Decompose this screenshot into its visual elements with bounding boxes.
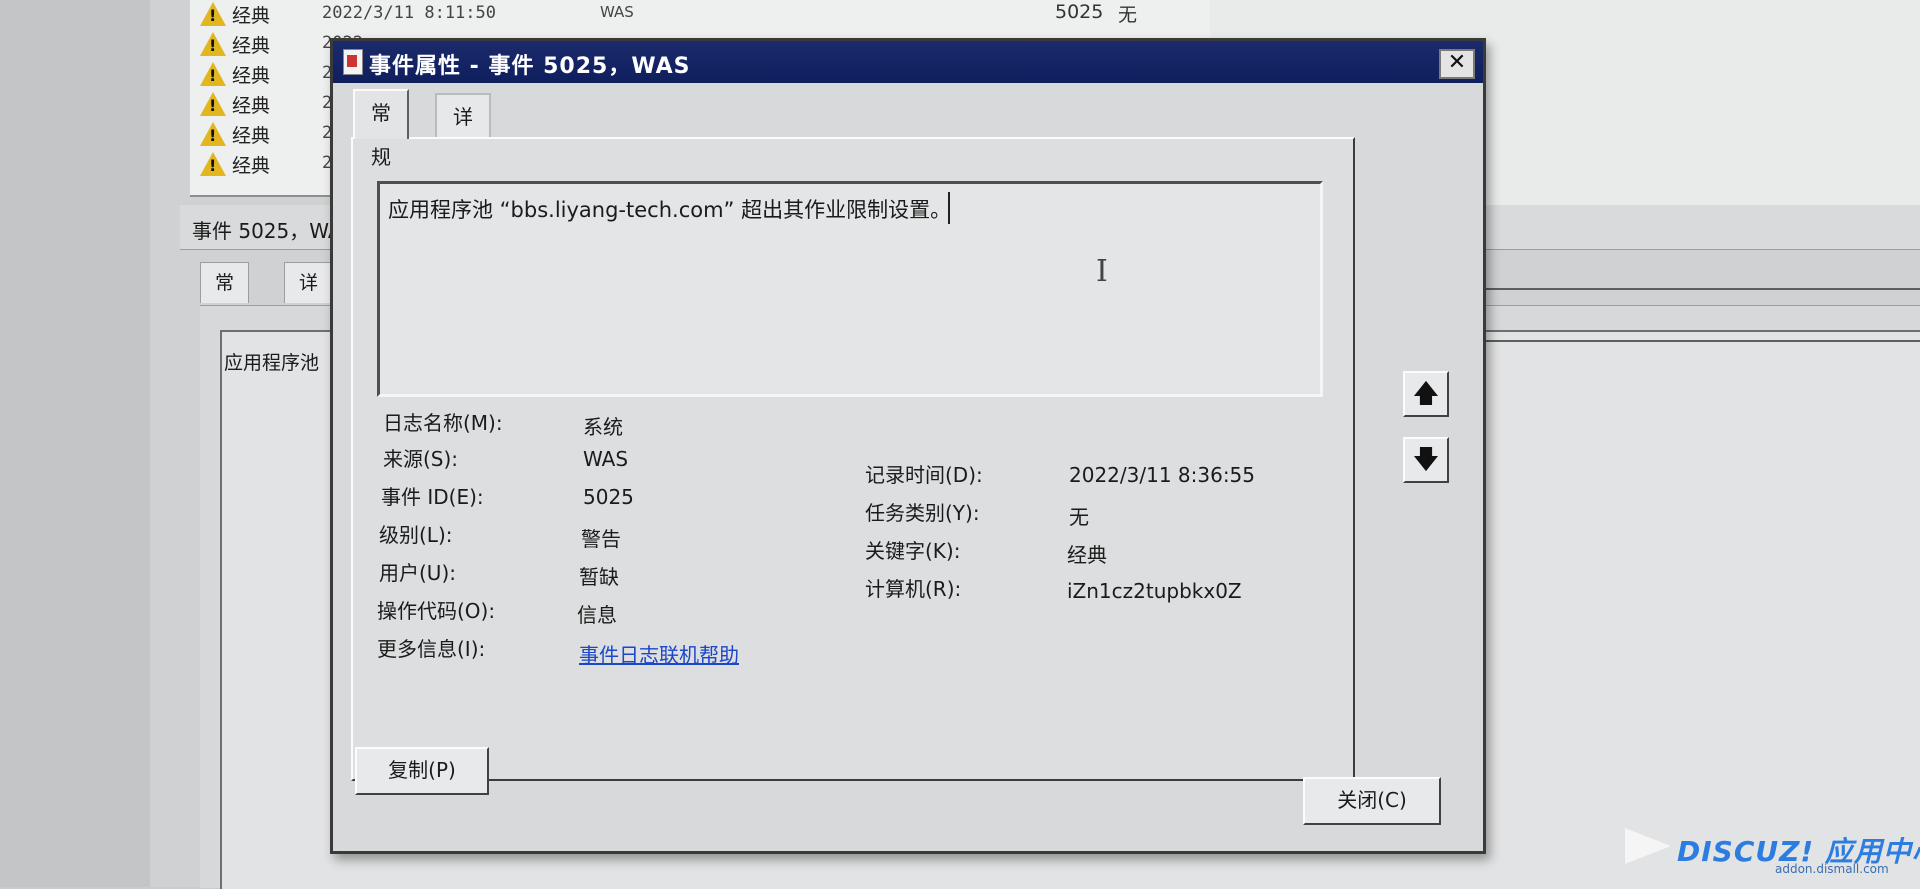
warning-icon <box>200 62 226 86</box>
warning-icon <box>200 152 226 176</box>
ibeam-cursor-icon: I <box>1096 254 1108 289</box>
close-button[interactable]: 关闭(C) <box>1303 777 1441 825</box>
close-icon[interactable]: ✕ <box>1439 49 1475 79</box>
previous-event-button[interactable]: 🡅 <box>1403 371 1449 417</box>
next-event-button[interactable]: 🡇 <box>1403 437 1449 483</box>
event-level: 经典 <box>232 125 271 147</box>
background-tab-general[interactable]: 常规 <box>200 262 250 334</box>
opcode-label: 操作代码(O): <box>377 599 496 623</box>
background-tab-details[interactable]: 详细信 <box>284 262 334 374</box>
text-caret <box>948 192 950 224</box>
source-value: WAS <box>583 447 629 471</box>
event-id-value: 5025 <box>583 485 634 509</box>
task-category-value: 无 <box>1069 505 1089 529</box>
paper-plane-icon <box>1625 828 1671 864</box>
event-viewer-icon <box>343 49 363 75</box>
event-row[interactable]: 经典 2022/3/11 8:11:50 WAS 5025 无 <box>200 0 1200 30</box>
task-category-label: 任务类别(Y): <box>865 501 980 525</box>
keywords-label: 关键字(K): <box>865 539 961 563</box>
dialog-titlebar[interactable]: 事件属性 - 事件 5025，WAS ✕ <box>333 41 1483 83</box>
event-category: 无 <box>1118 4 1138 26</box>
user-label: 用户(U): <box>379 561 456 585</box>
level-label: 级别(L): <box>379 523 453 547</box>
arrow-down-icon: 🡇 <box>1412 445 1440 475</box>
more-info-label: 更多信息(I): <box>377 637 486 661</box>
event-description-box[interactable]: 应用程序池 “bbs.liyang-tech.com” 超出其作业限制设置。 I <box>377 181 1323 397</box>
watermark-url: addon.dismall.com <box>1775 862 1889 876</box>
logged-time-value: 2022/3/11 8:36:55 <box>1069 463 1256 487</box>
warning-icon <box>200 92 226 116</box>
warning-icon <box>200 2 226 26</box>
tab-details[interactable]: 详细信息 <box>435 93 491 261</box>
log-name-value: 系统 <box>583 415 623 439</box>
event-log-help-link[interactable]: 事件日志联机帮助 <box>579 639 739 668</box>
logged-time-label: 记录时间(D): <box>865 463 983 487</box>
event-id: 5025 <box>1055 1 1104 23</box>
source-label: 来源(S): <box>383 447 459 471</box>
event-source: WAS <box>600 3 634 21</box>
background-dividers <box>1480 280 1920 370</box>
copy-button[interactable]: 复制(P) <box>355 747 489 795</box>
user-value: 暂缺 <box>579 565 619 589</box>
level-value: 警告 <box>581 527 621 551</box>
discuz-watermark: DISCUZ! 应用中心 addon.dismall.com <box>1625 828 1920 884</box>
event-level: 经典 <box>232 155 271 177</box>
computer-label: 计算机(R): <box>865 577 962 601</box>
computer-value: iZn1cz2tupbkx0Z <box>1067 579 1242 603</box>
event-level: 经典 <box>232 65 271 87</box>
background-message-text: 应用程序池 <box>224 352 320 374</box>
tab-general[interactable]: 常规 <box>353 89 409 169</box>
event-properties-dialog: 事件属性 - 事件 5025，WAS ✕ 常规 详细信息 应用程序池 “bbs.… <box>330 38 1486 854</box>
arrow-up-icon: 🡅 <box>1412 379 1440 409</box>
log-name-label: 日志名称(M): <box>383 411 503 435</box>
warning-icon <box>200 32 226 56</box>
event-datetime: 2022/3/11 8:11:50 <box>322 3 496 23</box>
dialog-title: 事件属性 - 事件 5025，WAS <box>369 54 691 79</box>
event-level: 经典 <box>232 95 271 117</box>
event-level: 经典 <box>232 35 271 57</box>
event-level: 经典 <box>232 5 271 27</box>
event-description-text: 应用程序池 “bbs.liyang-tech.com” 超出其作业限制设置。 <box>388 198 952 222</box>
opcode-value: 信息 <box>577 603 617 627</box>
screen-bezel <box>0 0 150 887</box>
warning-icon <box>200 122 226 146</box>
event-id-label: 事件 ID(E): <box>381 485 484 509</box>
keywords-value: 经典 <box>1067 543 1107 567</box>
